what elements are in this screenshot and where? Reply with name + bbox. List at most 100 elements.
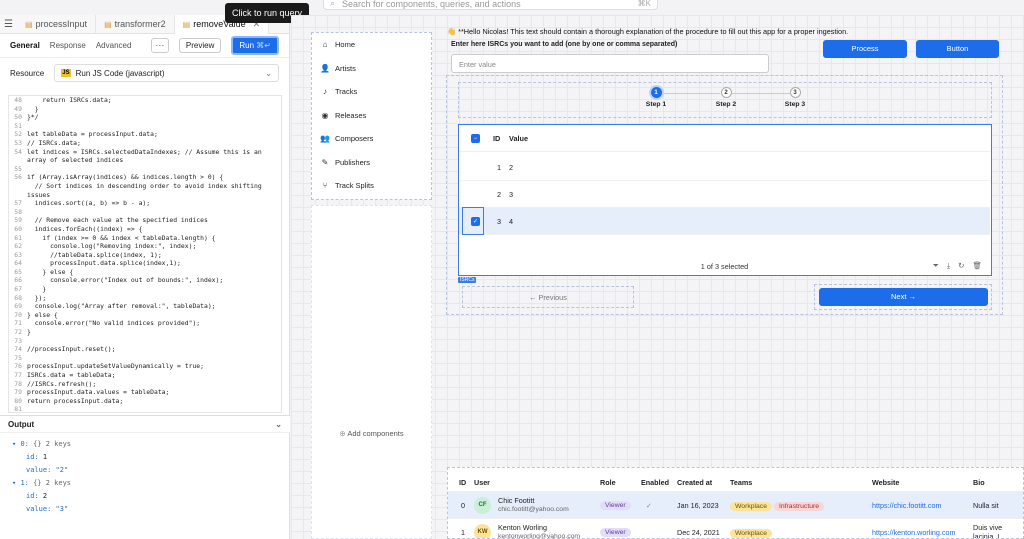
code-line: 70} else { xyxy=(14,310,58,319)
global-search[interactable]: ⌕ Search for components, queries, and ac… xyxy=(323,0,658,10)
code-line: 74//processInput.reset(); xyxy=(14,345,116,354)
menu-icon[interactable]: ☰ xyxy=(4,19,17,30)
run-button[interactable]: Run ⌘↵ xyxy=(231,36,279,55)
code-line: 77 ISRCs.data = tableData; xyxy=(14,371,116,379)
add-components-button[interactable]: ⊕ Add components xyxy=(311,429,432,438)
code-line: 80 return processInput.data; xyxy=(14,396,124,405)
subtab-general[interactable]: General xyxy=(10,41,40,50)
step-1[interactable]: 1 Step 1 xyxy=(636,87,676,108)
table-row[interactable]: 23 xyxy=(459,181,990,208)
team-badge: Workplace xyxy=(730,528,772,538)
previous-button[interactable]: ← Previous xyxy=(462,286,634,308)
step-3[interactable]: 3 Step 3 xyxy=(775,87,815,108)
code-line: 54 let indices = ISRCs.selectedDataIndexe… xyxy=(14,147,262,156)
role-badge: Viewer xyxy=(600,527,631,537)
preview-button[interactable]: Preview xyxy=(178,38,222,53)
isrcs-table: − ID Value 1 2 2 3 ✓ 3 4 1 of 3 selected ⏷ ⤓ ↻… xyxy=(458,124,992,276)
code-line: 51 xyxy=(14,121,22,130)
table-row[interactable]: ✓ 3 4 xyxy=(459,207,990,235)
tab-transformer2[interactable]: ▤ transformer2 xyxy=(96,14,175,34)
check-icon: ✓ xyxy=(646,500,653,510)
row-checkbox[interactable] xyxy=(471,163,480,172)
output-item[interactable]: ▾ 0: {} 2 keys id: 1 value: "2" xyxy=(8,438,278,477)
download-icon[interactable]: ⤓ xyxy=(947,261,950,271)
code-line: // Sort indices in descending order to a… xyxy=(27,181,262,190)
code-line: 71 console.error("No valid indices provi… xyxy=(14,319,201,328)
isrc-input-label: Enter here ISRCs you want to add (one by… xyxy=(451,41,678,48)
table-row[interactable]: 1 KW Kenton Worling kentonworling@yahoo.com… xyxy=(448,518,1023,538)
code-line: 57 indices.sort((a, b) => b - a); xyxy=(14,199,151,208)
output-header[interactable]: Output ⌄ xyxy=(0,415,290,433)
next-button[interactable]: Next → xyxy=(819,288,988,306)
filter-icon[interactable]: ⏷ xyxy=(933,261,939,271)
code-line: 64 processInput.data.splice(index,1); xyxy=(14,259,181,268)
select-all-checkbox[interactable]: − xyxy=(471,133,480,143)
code-line: 50}*/ xyxy=(14,113,39,122)
resource-select[interactable]: JS Run JS Code (javascript) ⌄ xyxy=(54,64,279,82)
code-editor[interactable]: 48 return ISRCs.data; 49 } 50}*/51 52 let ta… xyxy=(8,95,282,413)
chevron-down-icon: ⌄ xyxy=(265,68,272,78)
isrc-input[interactable]: Enter value xyxy=(451,54,769,73)
nav-item-home[interactable]: ⌂ Home xyxy=(312,33,431,57)
cell-focus xyxy=(462,207,484,235)
website-link[interactable]: https://chic.footitt.com xyxy=(872,501,942,510)
output-tree: ▾ 0: {} 2 keys id: 1 value: "2" ▾ 1: {} 2 k… xyxy=(8,438,278,516)
step-2[interactable]: 2 Step 2 xyxy=(706,87,746,108)
output-item[interactable]: ▾ 1: {} 2 keys id: 2 value: "3" xyxy=(8,477,278,516)
query-icon: ▤ xyxy=(24,19,33,29)
chevron-down-icon[interactable]: ▾ xyxy=(12,479,16,487)
table-header: − ID Value xyxy=(459,125,990,152)
resource-label: Resource xyxy=(10,68,45,78)
step-3-circle: 3 xyxy=(789,87,801,98)
code-line: 55 xyxy=(14,164,22,173)
music-note-icon: ♪ xyxy=(323,87,327,97)
subtab-advanced[interactable]: Advanced xyxy=(96,41,132,50)
code-line: array of selected indices xyxy=(27,156,124,165)
code-line: 53// ISRCs.data; xyxy=(14,138,81,147)
home-icon: ⌂ xyxy=(322,40,328,50)
role-badge: Viewer xyxy=(600,500,631,510)
code-line: 76 processInput.updateSetValueDynamically… xyxy=(14,362,204,371)
selection-count: 1 of 3 selected xyxy=(700,262,749,271)
nav-item-releases[interactable]: ◉ Releases xyxy=(312,104,431,128)
code-line: 73 xyxy=(14,336,22,345)
nav-item-track-splits[interactable]: ⑂ Track Splits xyxy=(312,174,431,198)
more-options-button[interactable]: ··· xyxy=(150,38,169,53)
nav-item-tracks[interactable]: ♪ Tracks xyxy=(312,80,431,104)
tab-processinput[interactable]: ▤ processInput xyxy=(17,14,97,34)
delete-icon[interactable]: 🗑 xyxy=(972,261,982,271)
table-row[interactable]: 0 CF Chic Footitt chic.footitt@yahoo.com Vie… xyxy=(448,491,1023,518)
user-icon: 👤 xyxy=(320,63,330,73)
pen-icon: ✎ xyxy=(321,157,329,167)
step-2-circle: 2 xyxy=(720,87,732,98)
code-line: issues xyxy=(27,190,51,199)
code-line: 81 xyxy=(14,405,22,413)
search-shortcut: ⌘K xyxy=(637,0,651,8)
plus-circle-icon: ⊕ xyxy=(339,429,346,438)
chevron-down-icon[interactable]: ⌄ xyxy=(275,420,282,429)
nav-item-artists[interactable]: 👤 Artists xyxy=(312,57,431,81)
disc-icon: ◉ xyxy=(321,110,329,120)
website-link[interactable]: https://kenton.worling.com xyxy=(872,528,956,537)
row-checkbox[interactable] xyxy=(471,190,480,199)
users-table-header: ID User Role Enabled Created at Teams We… xyxy=(459,477,985,487)
code-line: 75 xyxy=(14,353,22,362)
refresh-icon[interactable]: ↻ xyxy=(958,261,964,271)
javascript-icon: JS xyxy=(61,69,71,77)
users-table: ID User Role Enabled Created at Teams We… xyxy=(447,467,1024,539)
code-line: 79 processInput.data.values = tableData; xyxy=(14,388,170,397)
code-line: 69 console.log("Array after removal:", t… xyxy=(14,302,216,311)
subtab-response[interactable]: Response xyxy=(50,41,86,50)
step-1-label: Step 1 xyxy=(645,101,667,108)
nav-item-composers[interactable]: 👥 Composers xyxy=(312,127,431,151)
code-line: 66 console.error("Index out of bounds:",… xyxy=(14,276,224,285)
people-icon: 👥 xyxy=(320,134,330,144)
query-icon: ▤ xyxy=(104,19,112,29)
code-line: 63 //tableData.splice(index, 1); xyxy=(14,250,162,259)
process-button[interactable]: Process xyxy=(823,40,907,58)
nav-item-publishers[interactable]: ✎ Publishers xyxy=(312,151,431,175)
team-badge: Workplace xyxy=(730,501,772,511)
chevron-down-icon[interactable]: ▾ xyxy=(12,440,16,448)
generic-button[interactable]: Button xyxy=(916,40,999,58)
table-row[interactable]: 12 xyxy=(459,154,990,181)
